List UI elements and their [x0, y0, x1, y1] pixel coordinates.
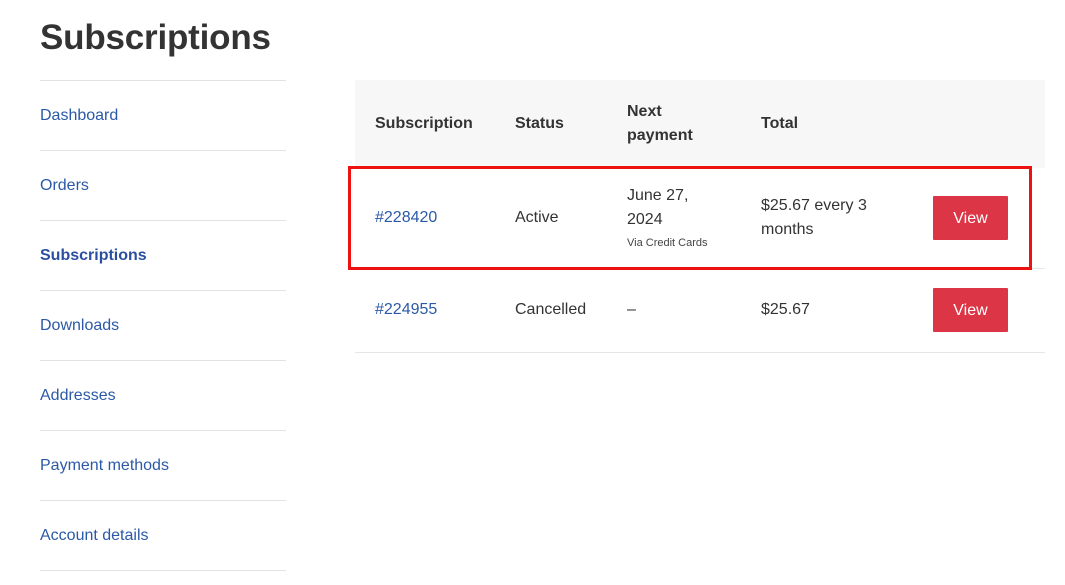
subscriptions-table: Subscription Status Next payment Total #…: [355, 80, 1045, 353]
table-row: #228420 Active June 27, 2024 Via Credit …: [355, 168, 1045, 268]
next-payment-date-line1: June 27,: [627, 186, 689, 204]
subscription-id-cell: #224955: [355, 268, 515, 352]
next-payment-date-line2: 2024: [627, 210, 663, 228]
subscription-link[interactable]: #224955: [375, 301, 437, 318]
subscription-total-cell: $25.67: [761, 301, 810, 318]
sidebar-item-account-details[interactable]: Account details: [40, 501, 286, 571]
subscription-status: Cancelled: [515, 301, 587, 318]
page-title: Subscriptions: [40, 18, 271, 57]
account-sidebar: Dashboard Orders Subscriptions Downloads…: [40, 80, 286, 571]
actions-cell: View: [929, 168, 1045, 268]
subscription-link[interactable]: #228420: [375, 209, 437, 226]
sidebar-item-subscriptions[interactable]: Subscriptions: [40, 221, 286, 291]
column-header-next-payment: Next payment: [627, 80, 761, 168]
table-row: #224955 Cancelled – $25.67 View: [355, 268, 1045, 352]
column-header-next-payment-line1: Next: [627, 103, 662, 120]
table-header-row: Subscription Status Next payment Total: [355, 80, 1045, 168]
subscription-status: Active: [515, 208, 559, 226]
sidebar-item-dashboard[interactable]: Dashboard: [40, 81, 286, 151]
sidebar-item-downloads[interactable]: Downloads: [40, 291, 286, 361]
column-header-actions: [929, 80, 1045, 168]
next-payment-cell: –: [627, 301, 636, 318]
subscription-total-cell: $25.67 every 3 months: [761, 168, 929, 268]
view-button[interactable]: View: [933, 288, 1008, 332]
next-payment-cell: June 27, 2024 Via Credit Cards: [627, 168, 761, 268]
subscription-id-cell: #228420: [355, 168, 515, 268]
column-header-next-payment-line2: payment: [627, 127, 693, 144]
column-header-subscription: Subscription: [375, 115, 473, 132]
sidebar-item-addresses[interactable]: Addresses: [40, 361, 286, 431]
subscription-total-line2: months: [761, 220, 814, 238]
subscription-total-line1: $25.67 every 3: [761, 196, 867, 214]
page: Subscriptions Dashboard Orders Subscript…: [0, 0, 1065, 585]
view-button[interactable]: View: [933, 195, 1008, 240]
subscriptions-table-container: Subscription Status Next payment Total #…: [355, 80, 1045, 353]
payment-method-note: Via Credit Cards: [627, 236, 708, 249]
actions-cell: View: [929, 268, 1045, 352]
sidebar-item-orders[interactable]: Orders: [40, 151, 286, 221]
sidebar-item-payment-methods[interactable]: Payment methods: [40, 431, 286, 501]
column-header-status: Status: [515, 115, 564, 132]
column-header-total: Total: [761, 115, 799, 132]
